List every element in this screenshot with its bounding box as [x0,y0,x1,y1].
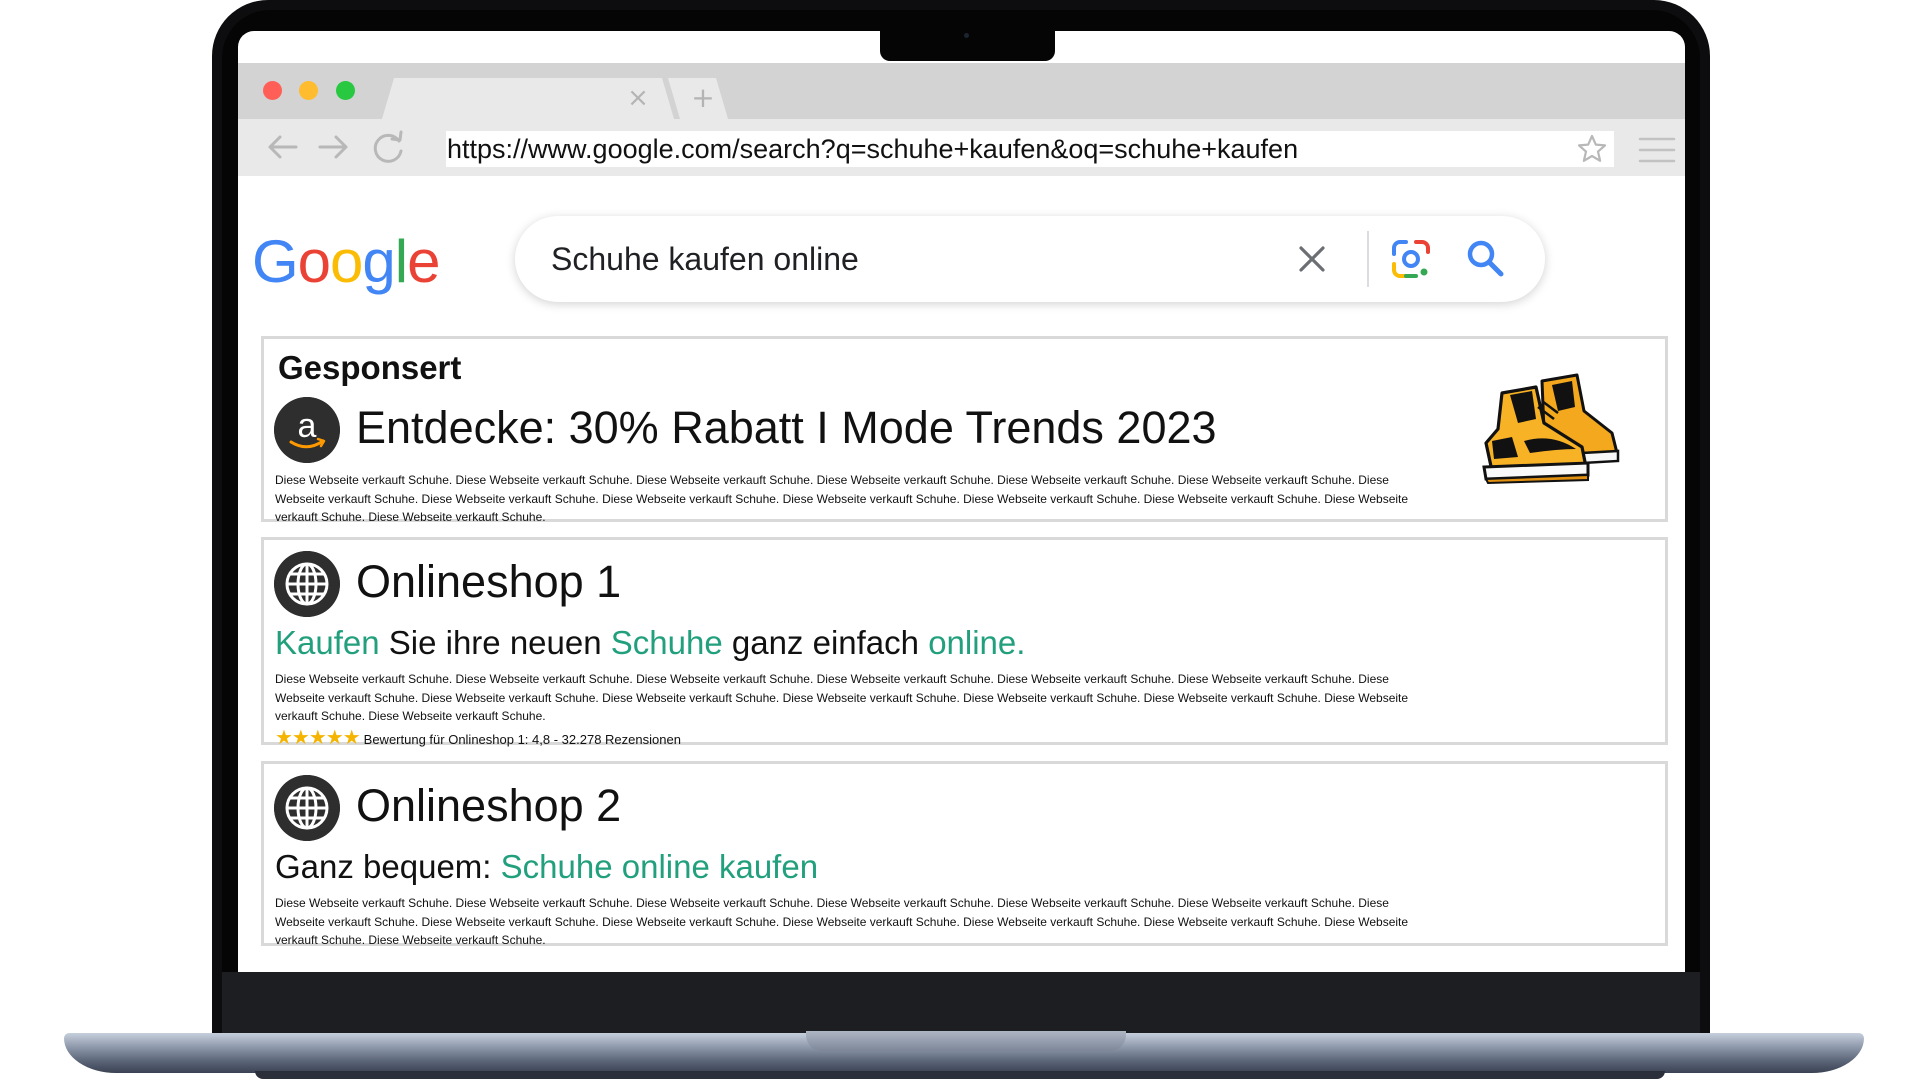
subtitle-text: Ganz bequem: [275,848,501,885]
amazon-logo-icon: a [274,397,340,463]
logo-letter: g [362,228,395,295]
subtitle-highlight: Schuhe [610,624,723,661]
rating-text: Bewertung für Onlineshop 1: 4,8 - 32.278… [363,732,681,747]
result-title[interactable]: Entdecke: 30% Rabatt I Mode Trends 2023 [356,402,1217,454]
logo-letter: G [252,228,299,295]
tab-close-icon[interactable]: × [623,82,653,114]
subtitle-highlight: online. [928,624,1026,661]
window-zoom-button[interactable] [336,81,355,100]
google-lens-icon[interactable] [1390,238,1432,280]
amazon-logo-letter: a [298,407,317,445]
laptop-hinge-notch [806,1031,1126,1051]
rating-stars: ★★★★★ [275,725,361,749]
window-close-button[interactable] [263,81,282,100]
window-minimize-button[interactable] [299,81,318,100]
laptop-base-shadow [255,1071,1665,1079]
bookmark-star-icon[interactable] [1576,133,1608,165]
logo-letter: l [394,228,408,295]
subtitle-highlight: Kaufen [275,624,380,661]
webcam [964,33,969,38]
globe-icon [274,551,340,617]
laptop-chin [222,972,1700,1035]
result-title[interactable]: Onlineshop 1 [356,556,621,608]
rating-row: ★★★★★ Bewertung für Onlineshop 1: 4,8 - 3… [275,726,681,748]
back-arrow-icon[interactable] [262,127,302,167]
result-description: Diese Webseite verkauft Schuhe. Diese We… [275,672,1409,723]
address-bar-url[interactable]: https://www.google.com/search?q=schuhe+k… [447,132,1298,166]
globe-icon [274,775,340,841]
result-subtitle: Ganz bequem: Schuhe online kaufen [275,848,818,886]
subtitle-highlight: Schuhe online kaufen [500,848,819,885]
menu-icon[interactable] [1638,135,1676,165]
sneaker-image [1482,373,1620,485]
sponsored-label: Gesponsert [278,349,462,386]
reload-icon[interactable] [368,127,408,167]
google-logo[interactable]: Google [252,227,441,297]
subtitle-text: ganz einfach [722,624,929,661]
sponsored-result[interactable]: Gesponsert a Entdecke: 30% Rabatt I Mode… [261,336,1668,524]
logo-letter: o [330,228,363,295]
laptop-screen: × + https://www.google.com/search?q=schu… [238,31,1685,972]
result-description: Diese Webseite verkauft Schuhe. Diese We… [275,473,1409,524]
result-title[interactable]: Onlineshop 2 [356,780,621,832]
logo-letter: e [407,228,440,295]
search-result-1[interactable]: Onlineshop 1 Kaufen Sie ihre neuen Schuh… [261,537,1668,748]
result-subtitle: Kaufen Sie ihre neuen Schuhe ganz einfac… [275,624,1025,662]
search-divider [1367,231,1369,287]
result-description: Diese Webseite verkauft Schuhe. Diese We… [275,896,1409,947]
forward-arrow-icon[interactable] [314,127,354,167]
new-tab-plus-icon[interactable]: + [688,81,718,115]
search-icon[interactable] [1464,237,1506,279]
search-input[interactable]: Schuhe kaufen online [551,238,859,280]
subtitle-text: Sie ihre neuen [379,624,611,661]
clear-search-icon[interactable] [1294,241,1330,277]
search-result-2[interactable]: Onlineshop 2 Ganz bequem: Schuhe online … [261,761,1668,947]
logo-letter: o [297,228,331,295]
